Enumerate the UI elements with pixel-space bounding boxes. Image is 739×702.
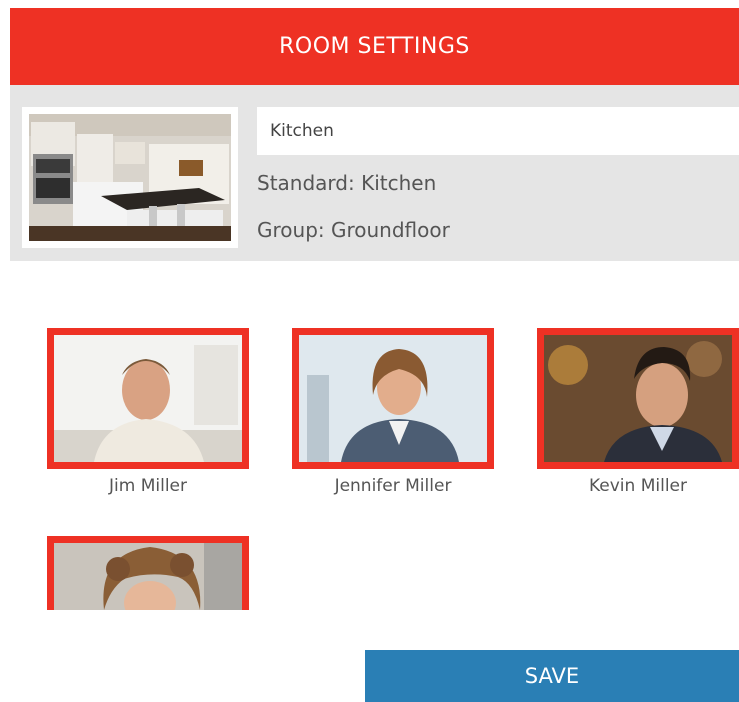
avatar [54,543,242,610]
person-name: Jim Miller [109,476,187,496]
person-card-partial[interactable] [47,536,249,610]
person-card-jim[interactable]: Jim Miller [47,328,249,496]
person-photo[interactable] [47,328,249,469]
avatar [54,335,242,462]
kitchen-image [29,114,231,241]
app-header: ROOM SETTINGS [10,8,739,85]
save-button[interactable]: SAVE [365,650,739,702]
person-name: Kevin Miller [588,476,687,496]
person-photo[interactable] [292,328,494,469]
page-title: ROOM SETTINGS [279,34,470,59]
avatar [299,335,487,462]
person-card-jennifer[interactable]: Jennifer Miller [292,328,494,496]
person-card-kevin[interactable]: Kevin Miller [537,328,739,496]
room-photo[interactable] [22,107,238,248]
avatar [544,335,732,462]
room-info-panel: Standard: Kitchen Group: Groundfloor [10,85,739,261]
room-name-input[interactable] [257,107,739,155]
room-group-label: Group: Groundfloor [257,218,450,242]
person-photo[interactable] [537,328,739,469]
room-standard-label: Standard: Kitchen [257,171,437,195]
person-photo[interactable] [47,536,249,610]
person-name: Jennifer Miller [334,476,452,496]
